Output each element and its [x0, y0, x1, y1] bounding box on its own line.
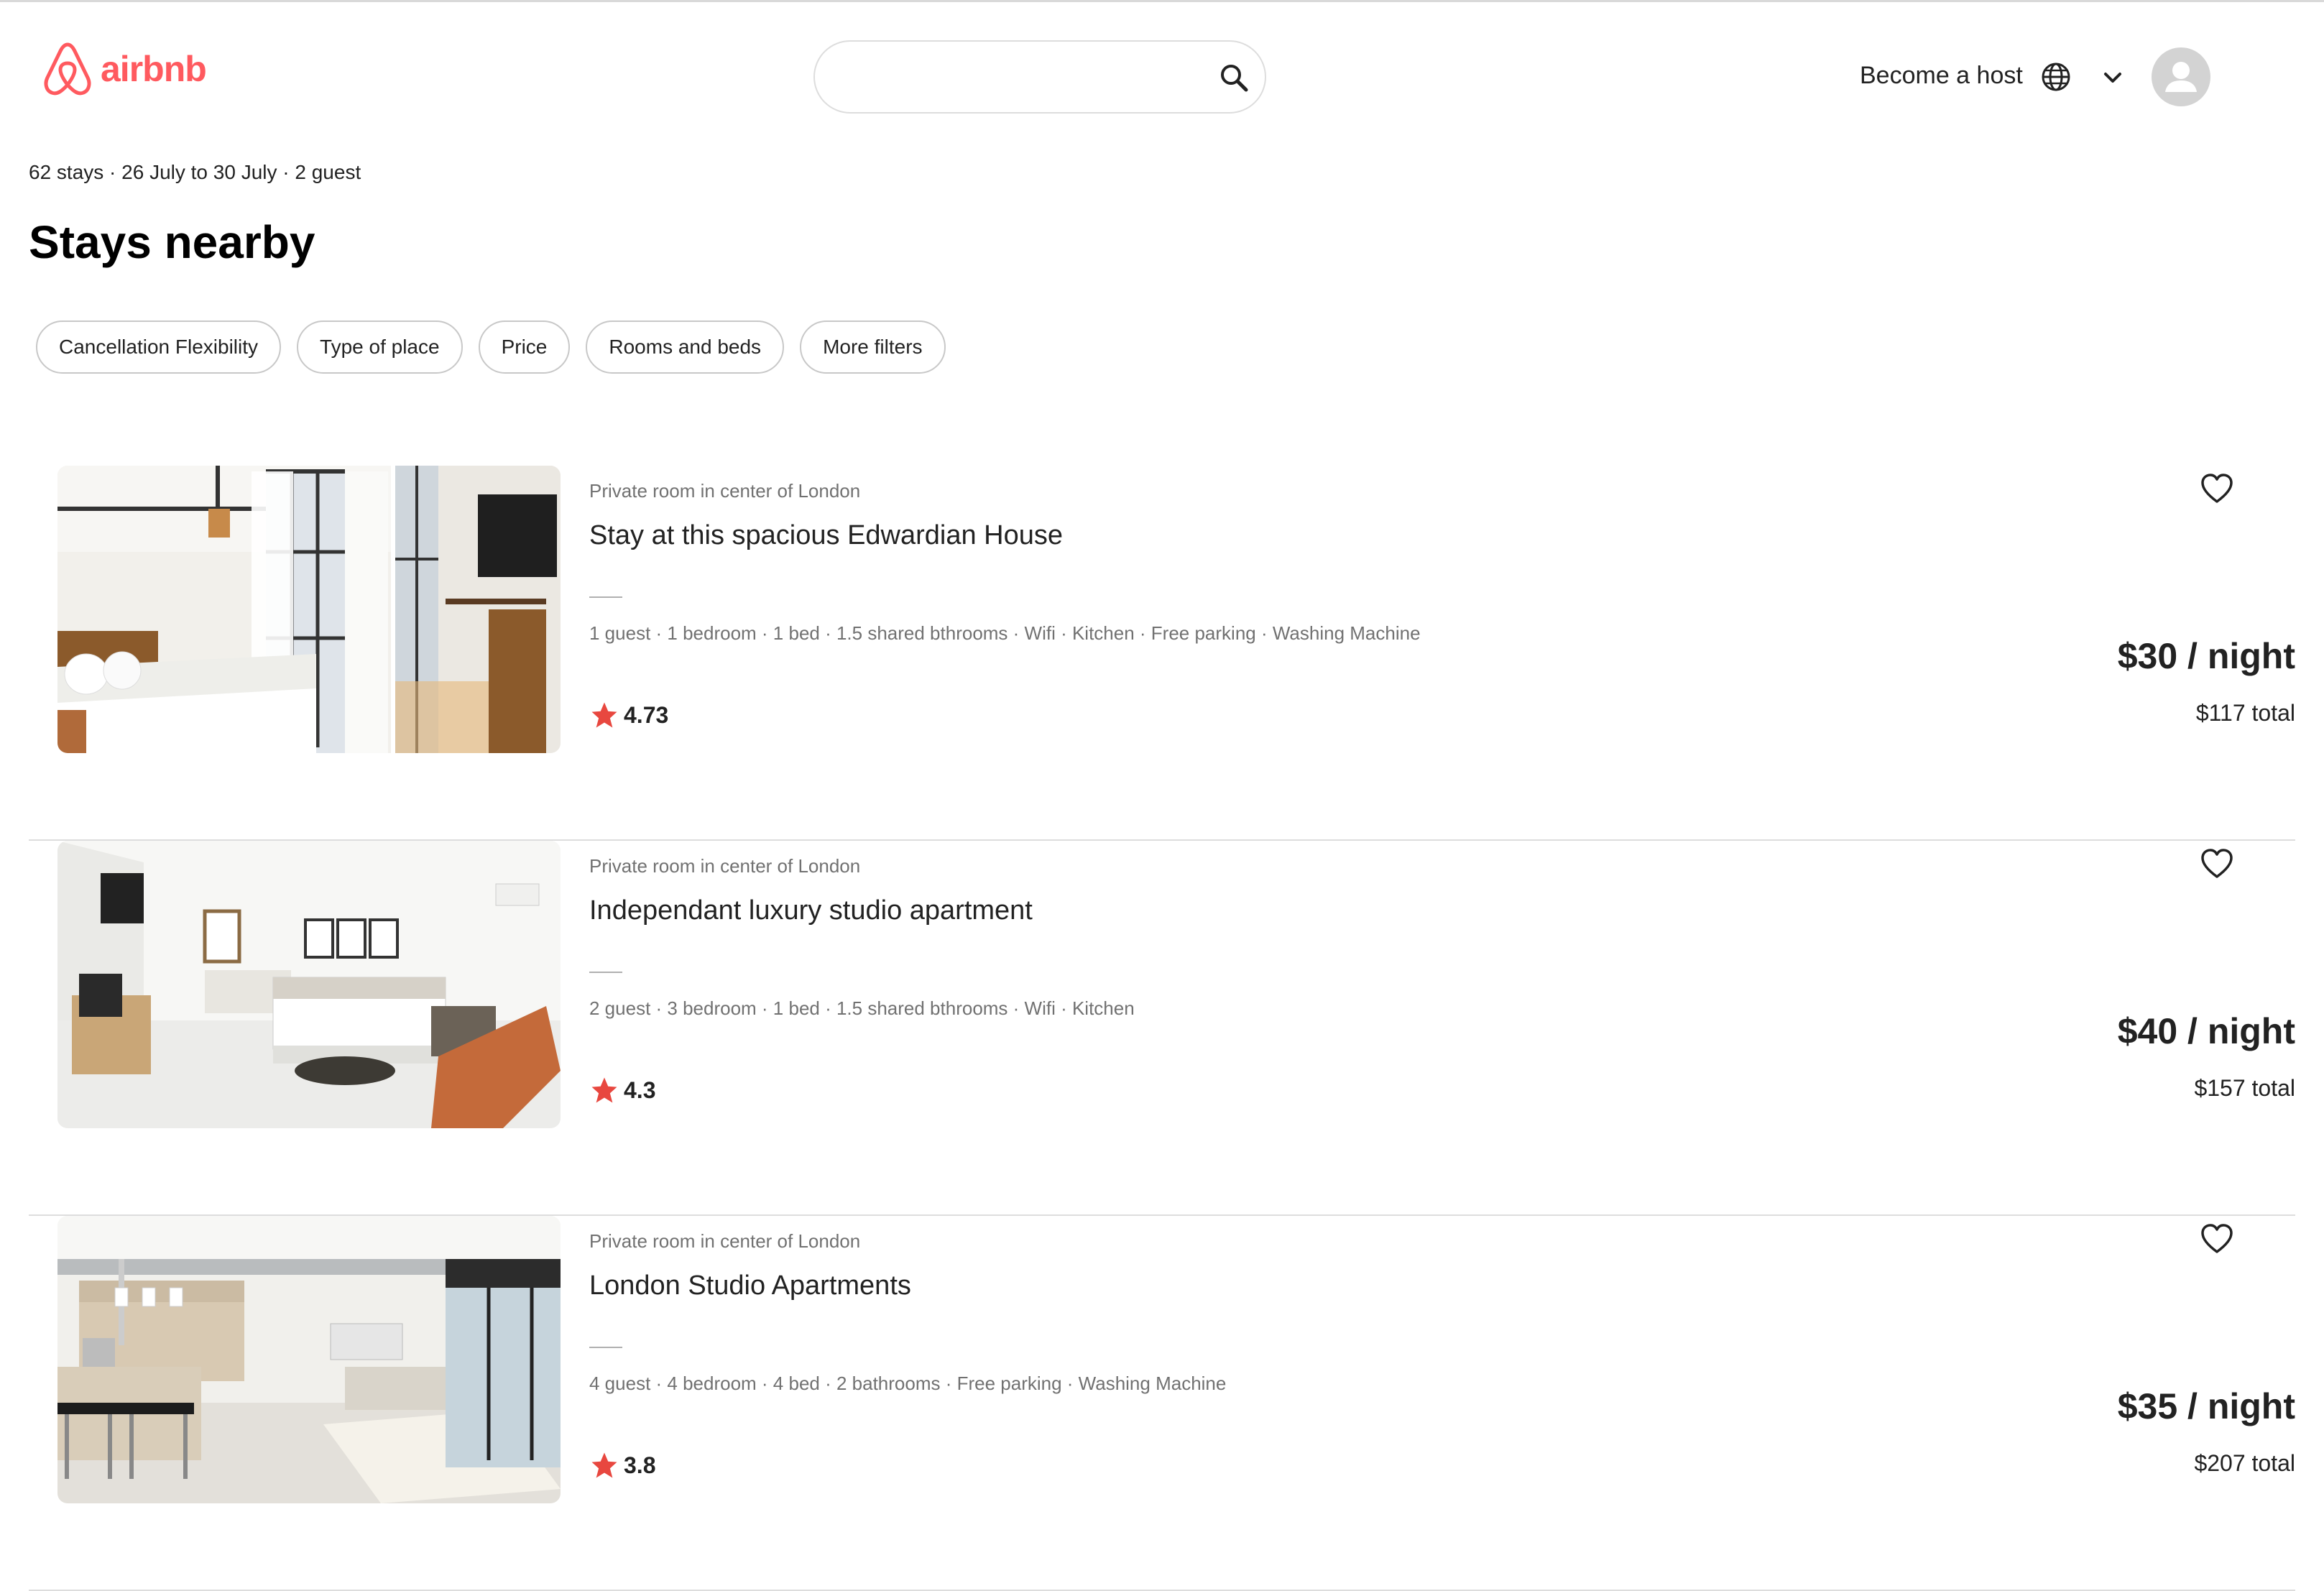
divider	[589, 596, 622, 598]
globe-icon[interactable]	[2039, 60, 2072, 93]
listing-photo[interactable]	[57, 466, 561, 753]
filter-type-of-place[interactable]: Type of place	[297, 320, 463, 374]
listing-card[interactable]: Private room in center of London Indepen…	[29, 841, 2295, 1216]
nightly-price: $35 / night	[2117, 1386, 2295, 1426]
listing-type: Private room in center of London	[589, 855, 861, 877]
heart-icon[interactable]	[2199, 847, 2235, 881]
rating-value: 3.8	[624, 1452, 656, 1478]
avatar[interactable]	[2152, 47, 2210, 106]
listing-photo[interactable]	[57, 841, 561, 1128]
nightly-price: $30 / night	[2117, 636, 2295, 676]
star-icon	[591, 702, 617, 728]
listing-card[interactable]: Private room in center of London Stay at…	[29, 466, 2295, 841]
search-summary: 62 stays · 26 July to 30 July · 2 guest	[29, 161, 361, 183]
filter-cancellation-flexibility[interactable]: Cancellation Flexibility	[36, 320, 282, 374]
listing-type: Private room in center of London	[589, 480, 861, 502]
total-price: $157 total	[2194, 1075, 2295, 1101]
top-border	[0, 0, 2324, 2]
star-icon	[591, 1077, 617, 1103]
listing-rating: 3.8	[589, 1450, 655, 1480]
rating-value: 4.73	[624, 701, 669, 728]
listing-title[interactable]: Stay at this spacious Edwardian House	[589, 520, 1063, 551]
studio-photo	[57, 841, 561, 1128]
filter-bar: Cancellation Flexibility Type of place P…	[36, 320, 962, 374]
nightly-price: $40 / night	[2117, 1011, 2295, 1051]
search-icon[interactable]	[1217, 61, 1250, 94]
listing-title[interactable]: London Studio Apartments	[589, 1271, 911, 1301]
listing-type: Private room in center of London	[589, 1230, 861, 1252]
logo-text: airbnb	[101, 49, 207, 89]
user-icon	[2165, 62, 2197, 92]
airbnb-logo-icon	[44, 42, 91, 96]
become-a-host-link[interactable]: Become a host	[1860, 62, 2023, 90]
listing-amenities: 2 guest · 3 bedroom · 1 bed · 1.5 shared…	[589, 997, 1135, 1019]
listing-rating: 4.3	[589, 1075, 655, 1105]
kitchen-photo	[57, 1216, 561, 1503]
chevron-down-icon[interactable]	[2098, 63, 2127, 92]
listing-photo[interactable]	[57, 1216, 561, 1503]
filter-price[interactable]: Price	[478, 320, 571, 374]
listing-card[interactable]: Private room in center of London London …	[29, 1216, 2295, 1591]
filter-more-filters[interactable]: More filters	[800, 320, 946, 374]
search-input[interactable]	[844, 56, 1191, 101]
total-price: $117 total	[2195, 700, 2295, 726]
listing-rating: 4.73	[589, 700, 668, 730]
rating-value: 4.3	[624, 1076, 656, 1103]
listing-amenities: 1 guest · 1 bedroom · 1 bed · 1.5 shared…	[589, 622, 1421, 644]
bedroom-photo	[57, 466, 561, 753]
listing-title[interactable]: Independant luxury studio apartment	[589, 895, 1033, 926]
star-icon	[591, 1452, 617, 1478]
heart-icon[interactable]	[2199, 471, 2235, 506]
heart-icon[interactable]	[2199, 1222, 2235, 1256]
divider	[589, 1347, 622, 1348]
total-price: $207 total	[2194, 1450, 2295, 1476]
airbnb-logo[interactable]: airbnb	[42, 40, 207, 98]
listing-amenities: 4 guest · 4 bedroom · 4 bed · 2 bathroom…	[589, 1373, 1227, 1394]
filter-rooms-and-beds[interactable]: Rooms and beds	[586, 320, 785, 374]
page-title: Stays nearby	[29, 216, 315, 268]
search-bar[interactable]	[813, 40, 1266, 114]
divider	[589, 972, 622, 973]
